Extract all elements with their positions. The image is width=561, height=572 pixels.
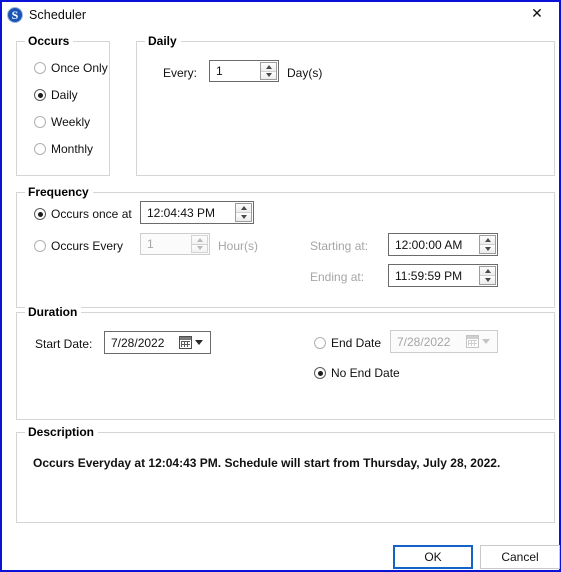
radio-monthly-indicator <box>34 143 46 155</box>
occurs-once-at-time-field[interactable]: 12:04:43 PM <box>140 201 254 224</box>
daily-every-spin-down[interactable] <box>261 70 276 79</box>
chevron-down-icon-end-date[interactable] <box>482 339 490 344</box>
radio-occurs-every-label: Occurs Every <box>51 239 124 253</box>
description-group: Description <box>16 425 555 523</box>
ending-at-spin-up[interactable] <box>480 267 495 275</box>
occurs-every-unit-label: Hour(s) <box>218 239 259 253</box>
occurs-once-at-time-value[interactable]: 12:04:43 PM <box>141 202 235 223</box>
starting-at-spin-up[interactable] <box>480 236 495 244</box>
occurs-group-legend: Occurs <box>25 34 74 48</box>
chevron-down-icon[interactable] <box>195 340 203 345</box>
dialog-body: Occurs Once Only Daily Weekly Monthly Da… <box>2 28 560 570</box>
occurs-once-at-spin-buttons[interactable] <box>235 203 252 222</box>
start-date-label: Start Date: <box>35 337 93 351</box>
calendar-icon <box>179 336 192 349</box>
duration-group: Duration <box>16 305 555 420</box>
radio-end-date-indicator <box>314 337 326 349</box>
ok-button-label: OK <box>424 550 442 564</box>
start-date-value[interactable]: 7/28/2022 <box>105 336 179 350</box>
radio-no-end-date-indicator <box>314 367 326 379</box>
ending-at-label: Ending at: <box>310 270 365 284</box>
ok-button[interactable]: OK <box>393 545 473 569</box>
description-group-legend: Description <box>25 425 99 439</box>
radio-no-end-date-label: No End Date <box>331 366 400 380</box>
daily-every-label: Every: <box>163 66 198 80</box>
occurs-every-spin-down[interactable] <box>192 243 207 252</box>
occurs-every-spin-buttons[interactable] <box>191 235 208 253</box>
radio-daily[interactable]: Daily <box>34 88 78 102</box>
radio-once-only[interactable]: Once Only <box>34 61 108 75</box>
radio-occurs-every-indicator <box>34 240 46 252</box>
end-date-picker[interactable]: 7/28/2022 <box>390 330 498 353</box>
end-date-value[interactable]: 7/28/2022 <box>391 335 466 349</box>
occurs-every-spin-up[interactable] <box>192 236 207 244</box>
ending-at-time-field[interactable]: 11:59:59 PM <box>388 264 498 287</box>
starting-at-label: Starting at: <box>310 239 369 253</box>
daily-every-value[interactable]: 1 <box>210 61 260 81</box>
scheduler-dialog: S Scheduler ✕ Occurs Once Only Daily Wee… <box>0 0 561 572</box>
daily-every-spin-up[interactable] <box>261 63 276 71</box>
radio-monthly[interactable]: Monthly <box>34 142 93 156</box>
daily-group: Daily <box>136 34 555 176</box>
starting-at-spin-down[interactable] <box>480 244 495 253</box>
radio-occurs-once-at-indicator <box>34 208 46 220</box>
calendar-icon-end-date <box>466 335 479 348</box>
radio-monthly-label: Monthly <box>51 142 94 156</box>
radio-once-only-label: Once Only <box>51 61 108 75</box>
radio-daily-indicator <box>34 89 46 101</box>
cancel-button-label: Cancel <box>501 550 539 564</box>
radio-end-date[interactable]: End Date <box>314 336 381 350</box>
ending-at-spin-buttons[interactable] <box>479 266 496 285</box>
radio-weekly[interactable]: Weekly <box>34 115 90 129</box>
radio-occurs-once-at-label: Occurs once at <box>51 207 132 221</box>
occurs-every-value[interactable]: 1 <box>141 234 191 254</box>
occurs-once-at-spin-up[interactable] <box>236 204 251 212</box>
radio-daily-label: Daily <box>51 88 78 102</box>
window-title: Scheduler <box>29 8 87 22</box>
radio-once-only-indicator <box>34 62 46 74</box>
daily-every-stepper[interactable]: 1 <box>209 60 279 82</box>
close-icon[interactable]: ✕ <box>515 2 559 26</box>
description-text: Occurs Everyday at 12:04:43 PM. Schedule… <box>33 456 501 470</box>
radio-weekly-label: Weekly <box>51 115 91 129</box>
occurs-once-at-spin-down[interactable] <box>236 212 251 221</box>
radio-occurs-once-at[interactable]: Occurs once at <box>34 207 132 221</box>
daily-group-legend: Daily <box>145 34 181 48</box>
ending-at-time-value[interactable]: 11:59:59 PM <box>389 265 479 286</box>
radio-occurs-every[interactable]: Occurs Every <box>34 239 123 253</box>
daily-unit-label: Day(s) <box>287 66 323 80</box>
starting-at-spin-buttons[interactable] <box>479 235 496 254</box>
occurs-every-stepper[interactable]: 1 <box>140 233 210 255</box>
ending-at-spin-down[interactable] <box>480 275 495 284</box>
cancel-button[interactable]: Cancel <box>480 545 560 569</box>
scheduler-app-icon: S <box>7 7 23 23</box>
starting-at-time-value[interactable]: 12:00:00 AM <box>389 234 479 255</box>
start-date-picker[interactable]: 7/28/2022 <box>104 331 211 354</box>
daily-every-spin-buttons[interactable] <box>260 62 277 80</box>
title-bar: S Scheduler ✕ <box>2 2 559 28</box>
radio-end-date-label: End Date <box>331 336 382 350</box>
duration-group-legend: Duration <box>25 305 82 319</box>
radio-no-end-date[interactable]: No End Date <box>314 366 400 380</box>
radio-weekly-indicator <box>34 116 46 128</box>
frequency-group-legend: Frequency <box>25 185 93 199</box>
starting-at-time-field[interactable]: 12:00:00 AM <box>388 233 498 256</box>
